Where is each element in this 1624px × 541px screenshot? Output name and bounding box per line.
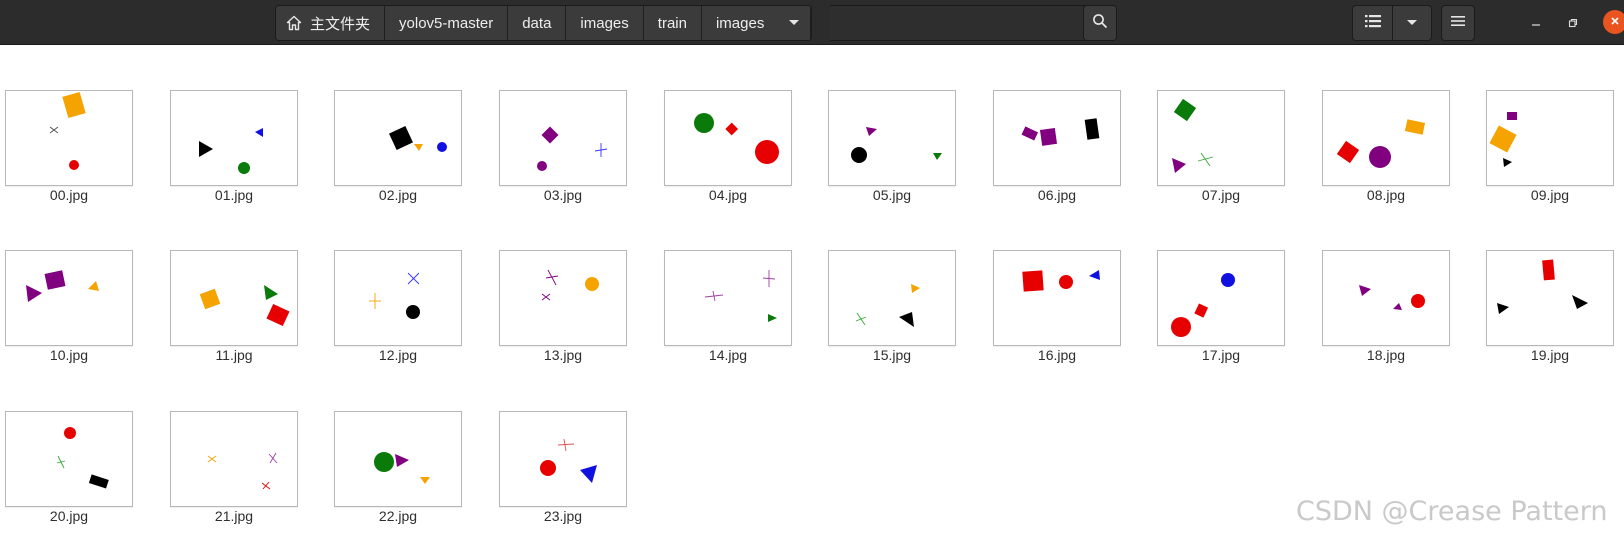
image-thumbnail bbox=[1157, 250, 1285, 346]
file-item[interactable]: 05.jpg bbox=[828, 90, 956, 216]
image-thumbnail bbox=[334, 90, 462, 186]
file-name: 03.jpg bbox=[543, 187, 583, 203]
image-thumbnail bbox=[993, 250, 1121, 346]
file-item[interactable]: 10.jpg bbox=[5, 250, 133, 376]
file-item[interactable]: 13.jpg bbox=[499, 250, 627, 376]
image-thumbnail bbox=[664, 250, 792, 346]
image-thumbnail bbox=[334, 250, 462, 346]
image-thumbnail bbox=[499, 411, 627, 507]
image-thumbnail bbox=[828, 90, 956, 186]
file-name: 15.jpg bbox=[872, 347, 912, 363]
file-name: 16.jpg bbox=[1037, 347, 1077, 363]
file-name: 00.jpg bbox=[49, 187, 89, 203]
file-name: 18.jpg bbox=[1366, 347, 1406, 363]
image-thumbnail bbox=[1486, 90, 1614, 186]
file-name: 06.jpg bbox=[1037, 187, 1077, 203]
file-name: 01.jpg bbox=[214, 187, 254, 203]
file-item[interactable]: 22.jpg bbox=[334, 411, 462, 537]
file-name: 10.jpg bbox=[49, 347, 89, 363]
file-name: 02.jpg bbox=[378, 187, 418, 203]
image-thumbnail bbox=[170, 250, 298, 346]
image-thumbnail bbox=[499, 250, 627, 346]
image-thumbnail bbox=[5, 411, 133, 507]
file-item[interactable]: 17.jpg bbox=[1157, 250, 1285, 376]
file-name: 23.jpg bbox=[543, 508, 583, 524]
image-thumbnail bbox=[170, 411, 298, 507]
file-name: 08.jpg bbox=[1366, 187, 1406, 203]
image-thumbnail bbox=[1322, 90, 1450, 186]
file-name: 11.jpg bbox=[215, 347, 253, 363]
image-thumbnail bbox=[170, 90, 298, 186]
file-item[interactable]: 09.jpg bbox=[1486, 90, 1614, 216]
image-thumbnail bbox=[334, 411, 462, 507]
file-item[interactable]: 16.jpg bbox=[993, 250, 1121, 376]
file-item[interactable]: 07.jpg bbox=[1157, 90, 1285, 216]
file-item[interactable]: 08.jpg bbox=[1322, 90, 1450, 216]
file-item[interactable]: 15.jpg bbox=[828, 250, 956, 376]
image-thumbnail bbox=[499, 90, 627, 186]
file-item[interactable]: 23.jpg bbox=[499, 411, 627, 537]
image-thumbnail bbox=[1486, 250, 1614, 346]
file-item[interactable]: 12.jpg bbox=[334, 250, 462, 376]
file-name: 14.jpg bbox=[708, 347, 748, 363]
watermark: CSDN @Crease Pattern bbox=[1296, 496, 1608, 527]
image-thumbnail bbox=[5, 250, 133, 346]
image-thumbnail bbox=[5, 90, 133, 186]
file-item[interactable]: 20.jpg bbox=[5, 411, 133, 537]
file-name: 17.jpg bbox=[1201, 347, 1241, 363]
image-thumbnail bbox=[1157, 90, 1285, 186]
file-item[interactable]: 11.jpg bbox=[170, 250, 298, 376]
file-name: 04.jpg bbox=[708, 187, 748, 203]
file-name: 09.jpg bbox=[1530, 187, 1570, 203]
file-name: 19.jpg bbox=[1530, 347, 1570, 363]
file-name: 21.jpg bbox=[214, 508, 254, 524]
file-name: 05.jpg bbox=[872, 187, 912, 203]
image-thumbnail bbox=[993, 90, 1121, 186]
file-item[interactable]: 06.jpg bbox=[993, 90, 1121, 216]
image-thumbnail bbox=[664, 90, 792, 186]
file-item[interactable]: 00.jpg bbox=[5, 90, 133, 216]
file-item[interactable]: 18.jpg bbox=[1322, 250, 1450, 376]
image-thumbnail bbox=[828, 250, 956, 346]
file-item[interactable]: 01.jpg bbox=[170, 90, 298, 216]
file-item[interactable]: 04.jpg bbox=[664, 90, 792, 216]
file-name: 22.jpg bbox=[378, 508, 418, 524]
image-thumbnail bbox=[1322, 250, 1450, 346]
file-name: 13.jpg bbox=[543, 347, 583, 363]
file-item[interactable]: 03.jpg bbox=[499, 90, 627, 216]
file-grid: 00.jpg 01.jpg 02.jpg 03.jpg 04.jpg 05.jp… bbox=[0, 0, 1624, 541]
file-item[interactable]: 19.jpg bbox=[1486, 250, 1614, 376]
file-item[interactable]: 02.jpg bbox=[334, 90, 462, 216]
file-name: 07.jpg bbox=[1201, 187, 1241, 203]
file-item[interactable]: 14.jpg bbox=[664, 250, 792, 376]
file-item[interactable]: 21.jpg bbox=[170, 411, 298, 537]
file-name: 20.jpg bbox=[49, 508, 89, 524]
file-name: 12.jpg bbox=[378, 347, 418, 363]
